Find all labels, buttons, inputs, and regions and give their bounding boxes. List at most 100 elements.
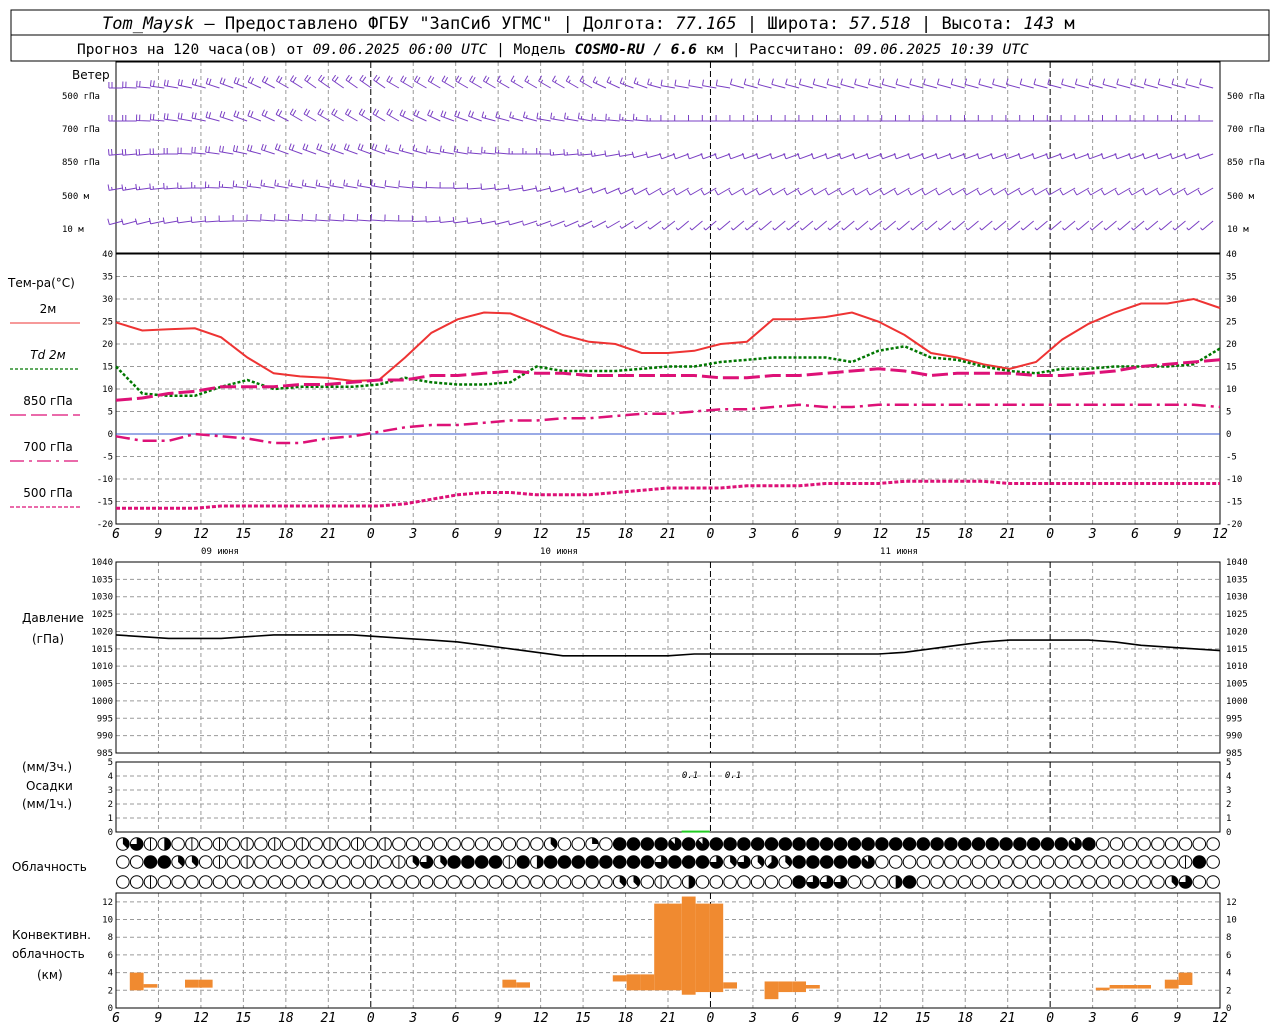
- cloud-symbol-circle: [530, 837, 544, 851]
- cloud-symbol-circle: [1068, 875, 1082, 889]
- wind-barb: [1004, 187, 1021, 196]
- wind-barb: [1100, 153, 1117, 160]
- header-station: Tom_Maysk: [102, 14, 194, 34]
- wind-barb: [301, 213, 317, 222]
- cloud-symbol-fill: [682, 855, 695, 869]
- wind-level-label-left: 850 гПа: [62, 158, 100, 168]
- wind-barb: [993, 220, 1007, 231]
- conv-x-tick: 6: [452, 1011, 460, 1024]
- wind-barb: [686, 153, 703, 160]
- wind-barb: [964, 115, 979, 122]
- cloud-symbol-fill: [489, 855, 502, 869]
- temp-day-label: 10 июня: [540, 547, 578, 557]
- cloud-symbol-fill: [806, 855, 820, 869]
- temp-x-tick: 15: [575, 527, 591, 542]
- cloud-symbol-circle: [171, 875, 185, 889]
- wind-barb: [1143, 78, 1159, 89]
- precip-panel-ytick-left: 2: [108, 800, 113, 810]
- cloud-symbol-circle: [1095, 837, 1110, 851]
- cloud-symbol-circle: [516, 837, 530, 851]
- wind-barb: [370, 213, 386, 222]
- cloud-symbol-circle: [1178, 837, 1193, 851]
- conv-title-1: Конвективн.: [12, 928, 91, 942]
- temp-x-tick: 9: [494, 527, 502, 542]
- header-provider: Предоставлено ФГБУ "ЗапСиб УГМС": [225, 14, 553, 34]
- wind-barb: [302, 143, 317, 155]
- cloud-symbol-circle: [1151, 837, 1165, 851]
- wind-barb: [619, 77, 634, 89]
- cloud-symbol-fill: [461, 855, 475, 869]
- wind-barb: [205, 181, 220, 189]
- wind-barb: [1060, 115, 1076, 122]
- temp-panel-ytick-right: 30: [1226, 295, 1237, 305]
- wind-barb: [1089, 220, 1104, 231]
- cloud-symbol-circle: [336, 855, 351, 869]
- convective-panel-ytick-left: 10: [102, 916, 113, 926]
- wind-barb: [799, 220, 814, 231]
- wind-barb: [631, 151, 648, 159]
- cloud-symbol-sector: [895, 875, 902, 889]
- convective-bar: [695, 903, 710, 993]
- wind-barb: [715, 115, 731, 122]
- cloud-symbol-circle: [447, 837, 461, 851]
- temp-panel-ytick-left: -15: [97, 498, 113, 508]
- wind-barb: [260, 179, 275, 189]
- wind-barb: [577, 220, 593, 228]
- cloud-symbol-circle: [875, 855, 889, 869]
- cloud-symbol-circle: [240, 875, 254, 889]
- wind-barb: [1046, 115, 1062, 122]
- wind-barb: [674, 79, 689, 89]
- precip-panel-ytick-left: 4: [108, 772, 113, 782]
- convective-bar: [723, 982, 737, 989]
- wind-barb: [329, 213, 344, 222]
- wind-barb: [659, 153, 676, 160]
- precip-title: Осадки: [26, 779, 73, 793]
- wind-barb: [755, 187, 772, 196]
- wind-barb: [135, 183, 151, 191]
- wind-barb: [1200, 220, 1214, 231]
- header-calc-time: 09.06.2025 10:39 UTC: [854, 42, 1029, 58]
- cloud-symbol-fill: [848, 855, 861, 869]
- wind-barb: [769, 187, 786, 196]
- convective-bar: [1109, 985, 1124, 989]
- temp-x-tick: 15: [915, 527, 931, 542]
- temp-panel-ytick-left: -20: [97, 520, 113, 530]
- wind-barb: [163, 148, 179, 155]
- cloud-symbol-circle: [599, 875, 613, 889]
- cloud-symbol-circle: [281, 855, 296, 869]
- cloud-symbol-circle: [171, 837, 185, 851]
- convective-panel-ytick-right: 6: [1226, 951, 1231, 961]
- wind-level-label-left: 700 гПа: [62, 125, 100, 135]
- cloud-symbol-fill: [654, 837, 668, 851]
- wind-barb: [163, 79, 179, 89]
- temp-x-tick: 6: [452, 527, 460, 542]
- wind-barb: [618, 150, 634, 157]
- cloud-symbol-circle: [1040, 855, 1055, 869]
- wind-barb: [218, 180, 234, 189]
- wind-barb: [688, 115, 703, 122]
- wind-barb: [645, 187, 662, 196]
- precip-panel: 0 0 1 1 2 2 3 3 4 4 5 5 0.1 0.1: [108, 758, 1232, 838]
- conv-x-tick: 15: [575, 1011, 591, 1024]
- pressure-panel-ytick-right: 1035: [1226, 575, 1248, 585]
- convective-panel: 0 0 2 2 4 4 6 6 8 8 10 10 12 12 6 9 12 15 18 21 0 3 6 9 12 15 18 21…: [102, 892, 1237, 1024]
- cloud-symbol-circle: [336, 875, 351, 889]
- temp-x-tick: 0: [707, 527, 715, 542]
- wind-barb: [261, 75, 275, 89]
- wind-barb: [107, 218, 124, 226]
- wind-barb: [631, 187, 648, 196]
- precip-panel-ytick-left: 3: [108, 786, 113, 796]
- wind-barb: [812, 78, 827, 89]
- wind-barb: [549, 220, 565, 227]
- cloud-symbol-circle: [1192, 875, 1207, 889]
- wind-barb: [357, 179, 372, 189]
- cloud-symbol-circle: [157, 875, 172, 889]
- cloud-symbol-fill: [999, 837, 1013, 851]
- wind-barb: [439, 145, 455, 155]
- wind-barb: [148, 217, 165, 225]
- convective-bar: [681, 896, 696, 995]
- wind-barb: [840, 78, 855, 89]
- wind-barb: [579, 75, 593, 89]
- cloud-symbol-circle: [350, 855, 365, 869]
- cloud-symbol-circle: [585, 875, 599, 889]
